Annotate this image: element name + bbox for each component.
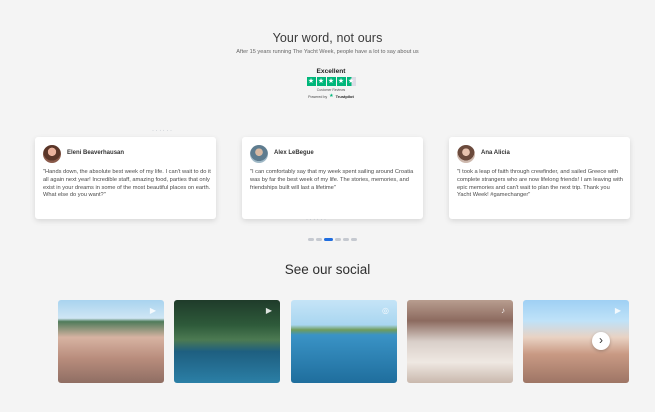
social-post-tile[interactable]: ▶ [523,300,629,383]
pagination-dot[interactable] [351,238,357,241]
testimonial-card: Eleni Beaverhausan "Hands down, the abso… [35,137,216,219]
trustpilot-rating-text: Excellent [316,68,346,75]
powered-by-label: Powered by [308,94,328,99]
pagination-dot[interactable] [316,238,322,241]
star-icon: ★ [326,77,336,86]
pagination-dot[interactable] [324,238,333,241]
tiktok-icon: ♪ [501,306,505,315]
trustpilot-powered-by: Powered by ★ Trustpilot [303,93,359,100]
pagination-dot[interactable] [343,238,349,241]
video-icon: ▶ [265,306,272,315]
decorative-dots: ······ [306,217,328,223]
instagram-icon: ◎ [382,306,389,315]
avatar [43,145,61,163]
trustpilot-stars: ★ ★ ★ ★ ★ [303,77,359,86]
reviewer-name: Alex LeBegue [274,150,314,156]
social-post-tile[interactable]: ▶ [58,300,164,383]
video-icon: ▶ [614,306,621,315]
social-post-tile[interactable]: ▶ [174,300,280,383]
trustpilot-widget[interactable]: Excellent ★ ★ ★ ★ ★ Customer Reviews Pow… [303,68,359,99]
chevron-right-icon: › [599,333,603,347]
avatar [250,145,268,163]
half-star-icon: ★ [346,77,356,86]
trustpilot-logo-icon: ★ [329,93,334,99]
reviewer-name: Ana Alicia [481,150,510,156]
reviewer-name: Eleni Beaverhausan [67,150,125,156]
carousel-pagination [308,238,357,241]
social-heading: See our social [284,262,371,277]
pagination-dot[interactable] [308,238,314,241]
pagination-dot[interactable] [335,238,341,241]
star-icon: ★ [316,77,326,86]
social-post-tile[interactable]: ◎ [291,300,397,383]
testimonials-heading: Your word, not ours [272,31,383,45]
testimonials-subheading: After 15 years running The Yacht Week, p… [236,49,419,55]
testimonial-card: Alex LeBegue "I can comfortably say that… [242,137,423,219]
review-quote: "Hands down, the absolute best week of m… [43,169,211,199]
social-post-tile[interactable]: ♪ [407,300,513,383]
carousel-next-button[interactable]: › [592,332,610,350]
decorative-dots: ······ [152,128,174,134]
trustpilot-brand: Trustpilot [335,94,354,99]
star-icon: ★ [306,77,316,86]
review-quote: "I took a leap of faith through crewfind… [457,169,623,199]
review-quote: "I can comfortably say that my week spen… [250,169,414,191]
video-icon: ▶ [149,306,156,315]
trustpilot-reviews-text: Customer Reviews [316,88,346,92]
testimonial-card: Ana Alicia "I took a leap of faith throu… [449,137,630,219]
star-icon: ★ [336,77,346,86]
avatar [457,145,475,163]
